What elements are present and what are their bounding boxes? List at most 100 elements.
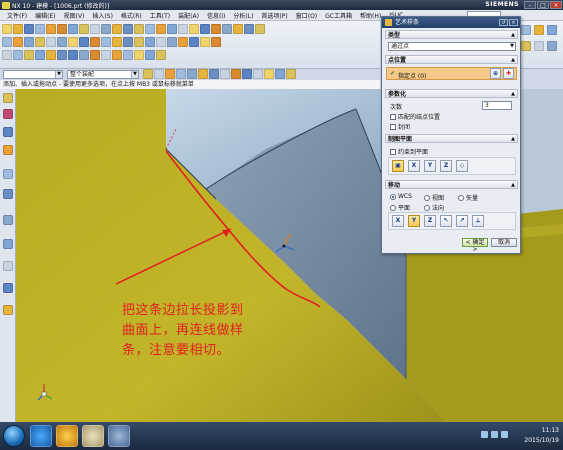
move-vector-radio[interactable]: 矢量 — [458, 193, 478, 202]
circle-icon[interactable] — [24, 37, 34, 47]
web-browser-icon[interactable] — [3, 169, 13, 179]
closed-checkbox[interactable]: 封闭 — [390, 122, 410, 131]
assembly-navigator-icon[interactable] — [3, 109, 13, 119]
snap-circle-icon[interactable] — [286, 69, 296, 79]
view-orient-icon[interactable] — [547, 41, 557, 51]
menu-format[interactable]: 格式(R) — [117, 11, 146, 20]
through-curves-icon[interactable] — [145, 37, 155, 47]
fill-icon[interactable] — [200, 37, 210, 47]
start-button[interactable] — [3, 425, 25, 447]
intersect-body-icon[interactable] — [123, 50, 133, 60]
arc-icon[interactable] — [13, 37, 23, 47]
move-y-button[interactable]: Y — [408, 215, 420, 227]
sweep-icon[interactable] — [112, 24, 122, 34]
snap-onpoint-icon[interactable] — [198, 69, 208, 79]
move-plane-radio[interactable]: 平面 — [390, 203, 410, 212]
new-icon[interactable] — [2, 24, 12, 34]
view-pan-icon[interactable] — [521, 41, 531, 51]
taskbar-app-1[interactable] — [30, 425, 52, 447]
view-zoom-icon[interactable] — [534, 25, 544, 35]
edit-curve-icon[interactable] — [46, 50, 56, 60]
text-icon[interactable] — [101, 37, 111, 47]
surface-icon[interactable] — [211, 24, 221, 34]
join-icon[interactable] — [90, 37, 100, 47]
volume-icon[interactable] — [491, 431, 498, 438]
mesh-icon[interactable] — [123, 24, 133, 34]
menu-edit[interactable]: 编辑(E) — [31, 11, 59, 20]
menu-info[interactable]: 信息(I) — [203, 11, 229, 20]
plane-section-header[interactable]: 制图平面 ▲ — [385, 134, 518, 143]
snap-center-icon[interactable] — [165, 69, 175, 79]
open-icon[interactable] — [13, 24, 23, 34]
ok-button[interactable]: < 确定 > — [462, 238, 488, 253]
type-select[interactable]: 通过点 ▼ — [388, 42, 516, 51]
subtract-icon[interactable] — [112, 50, 122, 60]
type-section-header[interactable]: 类型 ▲ — [385, 30, 518, 39]
menu-analysis[interactable]: 分析(L) — [229, 11, 257, 20]
menu-view[interactable]: 视图(V) — [60, 11, 89, 20]
snap-icon[interactable] — [145, 50, 155, 60]
studio-surface-icon[interactable] — [178, 37, 188, 47]
move-xy-button[interactable]: ↖ — [440, 215, 452, 227]
maximize-button[interactable]: □ — [537, 1, 549, 9]
move-z-button[interactable]: Z — [424, 215, 436, 227]
close-button[interactable]: × — [550, 1, 562, 9]
n-sided-icon[interactable] — [156, 37, 166, 47]
match-knot-checkbox[interactable]: 匹配的结点位置 — [390, 112, 440, 121]
line-icon[interactable] — [2, 37, 12, 47]
move-normal-button[interactable]: ⟂ — [472, 215, 484, 227]
split-icon[interactable] — [255, 24, 265, 34]
input-method-icon[interactable] — [501, 431, 508, 438]
extend-icon[interactable] — [79, 37, 89, 47]
plane-view-button[interactable]: ▣ — [392, 160, 404, 172]
offset-curve-icon[interactable] — [123, 37, 133, 47]
spline-icon[interactable] — [35, 37, 45, 47]
network-icon[interactable] — [481, 431, 488, 438]
move-wcs-radio[interactable]: WCS — [390, 193, 412, 200]
filter-combo[interactable]: ▼ — [3, 70, 63, 79]
degree-input[interactable]: 3 — [482, 101, 512, 110]
revolve-icon[interactable] — [57, 24, 67, 34]
menu-window[interactable]: 窗口(O) — [292, 11, 321, 20]
pattern-icon[interactable] — [134, 24, 144, 34]
trim-icon[interactable] — [101, 24, 111, 34]
menu-file[interactable]: 文件(F) — [3, 11, 31, 20]
manufacturing-wizard-icon[interactable] — [3, 261, 13, 271]
move-view-radio[interactable]: 视图 — [424, 193, 444, 202]
taskbar-app-nx[interactable] — [108, 425, 130, 447]
trim-sheet-icon[interactable] — [211, 37, 221, 47]
helix-icon[interactable] — [112, 37, 122, 47]
plane-custom-button[interactable]: ◇ — [456, 160, 468, 172]
menu-preferences[interactable]: 首选项(P) — [257, 11, 291, 20]
points-section-header[interactable]: 点位置 ▲ — [385, 55, 518, 64]
selection-scope-combo[interactable]: 整个装配 ▼ — [67, 70, 139, 79]
dialog-reset-button[interactable]: ↺ — [499, 19, 508, 26]
datum-axis-icon[interactable] — [24, 50, 34, 60]
isoparametric-icon[interactable] — [134, 37, 144, 47]
view-shade-icon[interactable] — [534, 41, 544, 51]
system-materials-icon[interactable] — [3, 215, 13, 225]
specify-point-row[interactable]: ✔ 指定点 (0) ⊕ ✚ — [386, 67, 517, 80]
snap-arc-icon[interactable] — [264, 69, 274, 79]
x-form-icon[interactable] — [68, 50, 78, 60]
menu-gc-toolkit[interactable]: GC工具箱 — [321, 11, 356, 20]
system-scene-icon[interactable] — [3, 305, 13, 315]
minimize-button[interactable]: – — [524, 1, 536, 9]
param-section-header[interactable]: 参数化 ▲ — [385, 89, 518, 98]
offset-icon[interactable] — [167, 24, 177, 34]
swept-icon[interactable] — [189, 37, 199, 47]
point-dialog-button[interactable]: ⊕ — [490, 68, 501, 79]
menu-assembly[interactable]: 装配(A) — [174, 11, 203, 20]
move-x-button[interactable]: X — [392, 215, 404, 227]
menu-insert[interactable]: 插入(S) — [88, 11, 117, 20]
view-fit-icon[interactable] — [521, 25, 531, 35]
constraint-navigator-icon[interactable] — [3, 127, 13, 137]
taskbar-app-3[interactable] — [82, 425, 104, 447]
cancel-button[interactable]: 取消 — [491, 238, 517, 247]
chamfer-icon[interactable] — [90, 24, 100, 34]
render-icon[interactable] — [200, 24, 210, 34]
plane-xc-button[interactable]: X — [408, 160, 420, 172]
dialog-close-button[interactable]: × — [509, 19, 518, 26]
move-section-header[interactable]: 移动 ▲ — [385, 180, 518, 189]
plane-yc-button[interactable]: Y — [424, 160, 436, 172]
